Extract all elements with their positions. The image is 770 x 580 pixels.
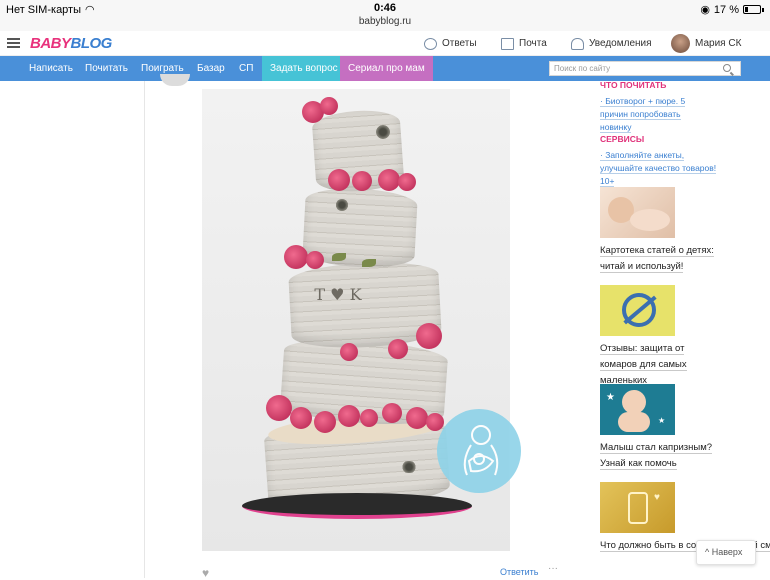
scroll-to-top-button[interactable]: ^ Наверх xyxy=(696,540,756,565)
nav-bazaar[interactable]: Базар xyxy=(197,56,225,81)
battery-label: 17 % xyxy=(713,3,739,16)
nav-read[interactable]: Почитать xyxy=(85,56,128,81)
avatar xyxy=(671,34,690,53)
ios-status-bar: Нет SIM-карты ◠ 0:46 babyblog.ru ◉ 17 % xyxy=(0,0,770,31)
sidebar-services-section: СЕРВИСЫ · Заполняйте анкеты, улучшайте к… xyxy=(600,134,770,188)
bell-icon xyxy=(571,37,584,50)
mail-link[interactable]: Почта xyxy=(501,31,547,56)
nav-serial[interactable]: Сериал про мам xyxy=(340,56,433,81)
address-bar-url[interactable]: babyblog.ru xyxy=(0,16,770,27)
sidebar-card[interactable]: ★ ★ Малыш стал капризным? Узнай как помо… xyxy=(600,384,770,472)
card-image-sleeping-baby[interactable] xyxy=(600,187,675,238)
battery-icon xyxy=(743,5,761,14)
reply-link[interactable]: Ответить xyxy=(500,567,538,577)
sidebar-services-link[interactable]: · Заполняйте анкеты, улучшайте качество … xyxy=(600,149,720,188)
nav-write[interactable]: Написать xyxy=(29,56,73,81)
search-icon[interactable] xyxy=(723,64,731,72)
site-header: BABYBLOG Ответы Почта Уведомления Мария … xyxy=(0,31,770,56)
cake-carving: T ♥ K xyxy=(314,285,362,304)
watermark-mother-baby-icon xyxy=(437,409,521,493)
nav-sp[interactable]: СП xyxy=(239,56,253,81)
babyblog-logo[interactable]: BABYBLOG xyxy=(30,35,112,52)
chat-bubble-icon xyxy=(424,37,437,50)
sidebar-read-link[interactable]: · Биотворог + пюре. 5 причин попробовать… xyxy=(600,95,710,134)
orientation-lock-icon: ◉ xyxy=(700,4,710,16)
search-input[interactable]: Поиск по сайту xyxy=(549,61,741,76)
sidebar-card[interactable]: Отзывы: защита от комаров для самых мале… xyxy=(600,285,770,389)
card-title[interactable]: Малыш стал капризным? Узнай как помочь xyxy=(600,440,715,472)
main-nav: Написать Почитать Поиграть Базар СП Зада… xyxy=(0,56,770,81)
card-image-baby-stars[interactable]: ★ ★ xyxy=(600,384,675,435)
sidebar-services-heading: СЕРВИСЫ xyxy=(600,134,645,144)
sidebar-read-section: ЧТО ПОЧИТАТЬ · Биотворог + пюре. 5 причи… xyxy=(600,80,770,134)
column-divider xyxy=(144,81,145,578)
notifications-link[interactable]: Уведомления xyxy=(571,31,652,56)
answers-link[interactable]: Ответы xyxy=(424,31,477,56)
card-title[interactable]: Картотека статей о детях: читай и исполь… xyxy=(600,243,715,275)
menu-icon[interactable] xyxy=(7,38,20,48)
card-title[interactable]: Отзывы: защита от комаров для самых мале… xyxy=(600,341,720,389)
user-menu[interactable]: Мария СК xyxy=(671,31,741,56)
more-options-icon[interactable]: ··· xyxy=(548,563,558,574)
envelope-icon xyxy=(501,37,514,50)
card-image-formula-bottle[interactable]: ♥ xyxy=(600,482,675,533)
battery-status: ◉ 17 % xyxy=(700,3,764,16)
card-image-no-mosquito[interactable] xyxy=(600,285,675,336)
nav-ask-question[interactable]: Задать вопрос xyxy=(262,56,346,81)
sidebar-read-heading: ЧТО ПОЧИТАТЬ xyxy=(600,80,667,90)
sidebar-card[interactable]: Картотека статей о детях: читай и исполь… xyxy=(600,187,770,275)
clock: 0:46 xyxy=(373,2,397,14)
post-author-avatar[interactable] xyxy=(160,74,190,86)
